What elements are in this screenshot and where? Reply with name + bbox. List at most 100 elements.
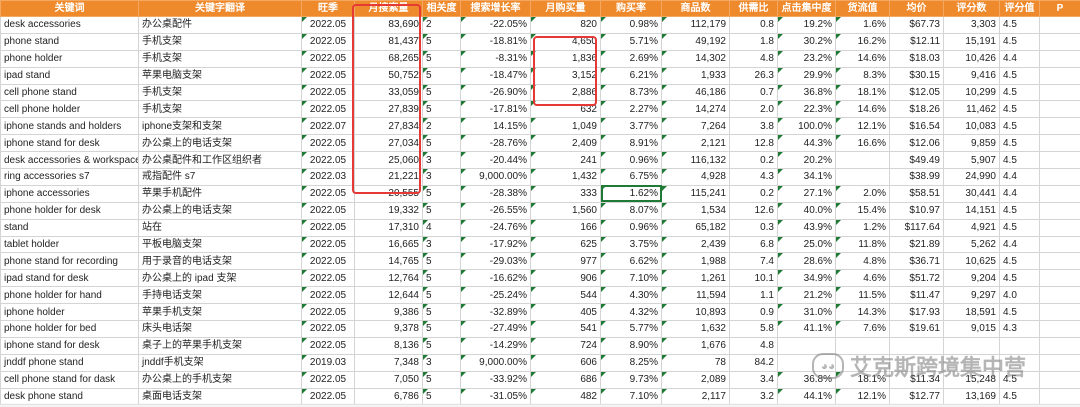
table-cell[interactable]: 116,132	[661, 151, 730, 170]
table-cell[interactable]: $21.89	[889, 235, 944, 254]
table-cell[interactable]: $17.93	[889, 303, 944, 322]
table-cell[interactable]: 19.2%	[777, 16, 836, 34]
table-cell[interactable]: 5	[422, 336, 461, 355]
table-cell[interactable]: 14,151	[943, 201, 1000, 220]
table-cell[interactable]: 2022.05	[301, 252, 355, 271]
table-cell[interactable]: 4.5	[999, 134, 1040, 153]
table-cell[interactable]: 5.77%	[600, 320, 662, 338]
column-header[interactable]: 旺季	[301, 0, 355, 17]
table-cell[interactable]	[889, 353, 944, 372]
table-cell[interactable]: 16,665	[354, 235, 423, 254]
table-cell[interactable]: 36.8%	[777, 83, 836, 102]
table-cell[interactable]: 11,462	[943, 100, 1000, 119]
table-cell[interactable]: 2022.05	[301, 32, 355, 51]
table-cell[interactable]: 68,265	[354, 49, 423, 68]
table-cell[interactable]: 9,204	[943, 269, 1000, 288]
table-cell[interactable]: 1.6%	[835, 16, 890, 34]
table-cell[interactable]: 2022.03	[301, 168, 355, 186]
table-cell[interactable]: 2,886	[530, 83, 601, 102]
table-cell[interactable]: 81,437	[354, 32, 423, 51]
table-cell[interactable]: phone holder for hand	[0, 286, 139, 305]
table-cell[interactable]	[835, 151, 890, 170]
table-cell[interactable]: 7.4	[729, 252, 778, 271]
table-cell[interactable]: 2019.03	[301, 353, 355, 372]
table-cell[interactable]: 6.75%	[600, 168, 662, 186]
table-cell[interactable]	[1039, 151, 1080, 170]
table-cell[interactable]: 4.6%	[835, 269, 890, 288]
table-cell[interactable]: 9,386	[354, 303, 423, 322]
table-cell[interactable]: 1.1	[729, 286, 778, 305]
table-cell[interactable]: 0.9	[729, 303, 778, 322]
table-cell[interactable]: 10,083	[943, 117, 1000, 136]
table-cell[interactable]: 241	[530, 151, 601, 170]
table-cell[interactable]: 14,302	[661, 49, 730, 68]
table-cell[interactable]: 41.1%	[777, 320, 836, 338]
table-cell[interactable]: 4.3	[729, 168, 778, 186]
table-cell[interactable]: jnddf phone stand	[0, 353, 139, 372]
table-cell[interactable]: 2022.05	[301, 83, 355, 102]
table-cell[interactable]: 5	[422, 49, 461, 68]
table-cell[interactable]: 2022.05	[301, 269, 355, 288]
column-header[interactable]: 关键字翻译	[138, 0, 302, 17]
table-cell[interactable]: 9,416	[943, 66, 1000, 85]
table-cell[interactable]: phone stand for recording	[0, 252, 139, 271]
table-cell[interactable]: iphone holder	[0, 303, 139, 322]
table-cell[interactable]: 1.62%	[600, 184, 662, 203]
table-cell[interactable]	[1039, 218, 1080, 237]
table-cell[interactable]: 84.2	[729, 353, 778, 372]
table-cell[interactable]: 7,348	[354, 353, 423, 372]
table-cell[interactable]: 4.5	[999, 201, 1040, 220]
table-cell[interactable]: 3	[422, 168, 461, 186]
table-cell[interactable]: 2,089	[661, 370, 730, 389]
table-cell[interactable]: 5	[422, 83, 461, 102]
table-cell[interactable]: 5	[422, 303, 461, 322]
table-cell[interactable]: $67.73	[889, 16, 944, 34]
table-cell[interactable]: 2.69%	[600, 49, 662, 68]
table-cell[interactable]: 站在	[138, 218, 302, 237]
table-cell[interactable]: 26.3	[729, 66, 778, 85]
table-cell[interactable]: 23.2%	[777, 49, 836, 68]
table-cell[interactable]: 手机支架	[138, 100, 302, 119]
table-cell[interactable]	[835, 168, 890, 186]
table-cell[interactable]: 15,248	[943, 370, 1000, 389]
table-cell[interactable]: 8.3%	[835, 66, 890, 85]
table-cell[interactable]: 14.6%	[835, 49, 890, 68]
table-cell[interactable]: 112,179	[661, 16, 730, 34]
table-cell[interactable]: 21,221	[354, 168, 423, 186]
table-cell[interactable]: 5	[422, 252, 461, 271]
table-cell[interactable]: $19.61	[889, 320, 944, 338]
table-cell[interactable]: 办公桌配件和工作区组织者	[138, 151, 302, 170]
table-cell[interactable]: 1,049	[530, 117, 601, 136]
column-header[interactable]: 评分数	[943, 0, 1000, 17]
table-cell[interactable]: -24.76%	[460, 218, 531, 237]
table-cell[interactable]: 27,834	[354, 117, 423, 136]
table-cell[interactable]: 2022.05	[301, 201, 355, 220]
table-cell[interactable]: 4.32%	[600, 303, 662, 322]
table-cell[interactable]: iphone accessories	[0, 184, 139, 203]
table-cell[interactable]: 405	[530, 303, 601, 322]
table-cell[interactable]: 9,378	[354, 320, 423, 338]
table-cell[interactable]: 4.30%	[600, 286, 662, 305]
table-cell[interactable]: 11.5%	[835, 286, 890, 305]
table-cell[interactable]: desk accessories & workspace organiz	[0, 151, 139, 170]
table-cell[interactable]: 30.2%	[777, 32, 836, 51]
table-cell[interactable]: 2022.05	[301, 320, 355, 338]
table-cell[interactable]: stand	[0, 218, 139, 237]
table-cell[interactable]: 1,632	[661, 320, 730, 338]
table-cell[interactable]: 用于录音的电话支架	[138, 252, 302, 271]
table-cell[interactable]: 2022.05	[301, 235, 355, 254]
table-cell[interactable]: 14.15%	[460, 117, 531, 136]
table-cell[interactable]: 5.8	[729, 320, 778, 338]
table-cell[interactable]: 2022.05	[301, 303, 355, 322]
table-cell[interactable]: 625	[530, 235, 601, 254]
table-cell[interactable]: -33.92%	[460, 370, 531, 389]
table-cell[interactable]: phone holder for desk	[0, 201, 139, 220]
table-cell[interactable]: 7,264	[661, 117, 730, 136]
table-cell[interactable]: 9,859	[943, 134, 1000, 153]
table-cell[interactable]: -18.47%	[460, 66, 531, 85]
table-cell[interactable]: 手持电话支架	[138, 286, 302, 305]
table-cell[interactable]: cell phone stand	[0, 83, 139, 102]
table-cell[interactable]: iphone支架和支架	[138, 117, 302, 136]
table-cell[interactable]: 4.5	[999, 83, 1040, 102]
table-cell[interactable]: 17,310	[354, 218, 423, 237]
